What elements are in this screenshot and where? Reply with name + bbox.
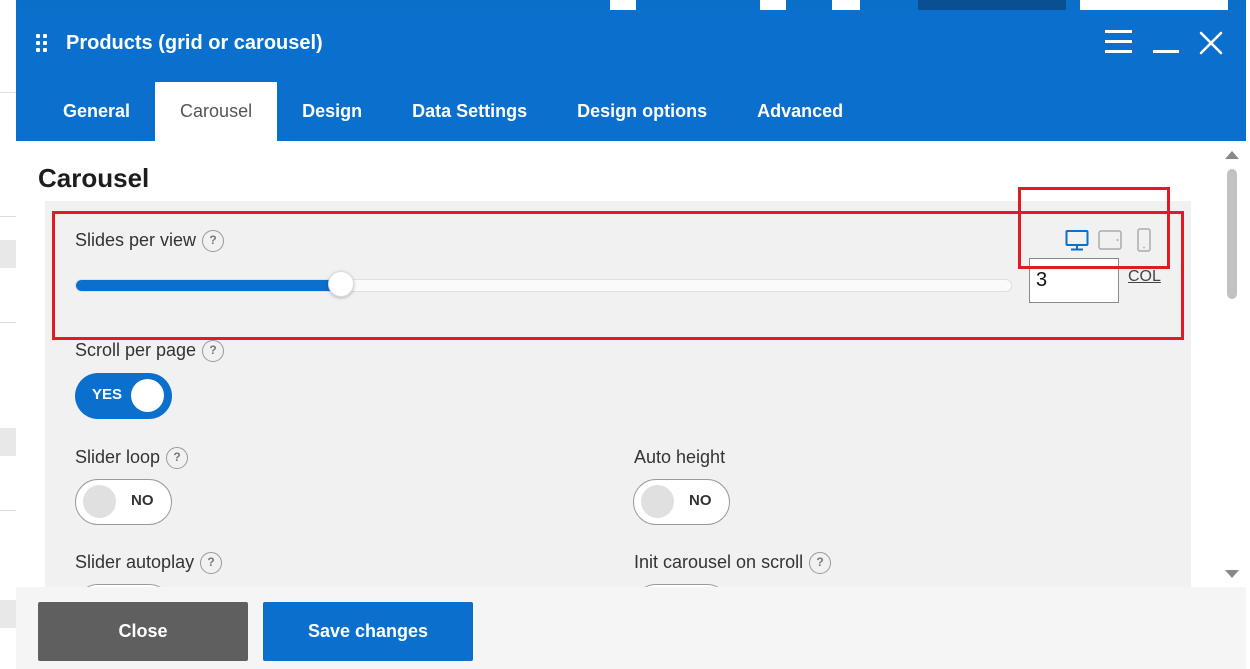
element-settings-modal: Products (grid or carousel) General Caro… xyxy=(16,10,1246,669)
tab-carousel[interactable]: Carousel xyxy=(155,82,278,141)
background-chart-icon xyxy=(610,0,636,10)
minimize-icon[interactable] xyxy=(1152,28,1182,58)
slider-handle[interactable] xyxy=(328,271,354,297)
slider-loop-toggle[interactable]: NO xyxy=(75,479,172,525)
toggle-knob xyxy=(83,485,116,518)
save-changes-button[interactable]: Save changes xyxy=(263,602,473,661)
help-icon[interactable]: ? xyxy=(200,552,223,574)
scroll-per-page-toggle[interactable]: YES xyxy=(75,373,172,419)
modal-footer: Close Save changes xyxy=(16,587,1246,669)
slider-fill xyxy=(76,280,342,291)
hamburger-menu-icon[interactable] xyxy=(1104,28,1134,58)
slides-per-view-input[interactable] xyxy=(1029,258,1119,303)
background-toolbar xyxy=(0,0,1250,10)
help-icon[interactable]: ? xyxy=(202,340,225,362)
slider-loop-label: Slider loop? xyxy=(75,447,189,469)
toggle-knob xyxy=(641,485,674,518)
scroll-per-page-label: Scroll per page? xyxy=(75,340,225,362)
help-icon[interactable]: ? xyxy=(809,552,832,574)
content-scrollbar[interactable] xyxy=(1219,141,1246,587)
unit-selector[interactable]: COL xyxy=(1128,268,1161,286)
background-right-edge xyxy=(1246,0,1250,669)
init-carousel-on-scroll-label: Init carousel on scroll? xyxy=(634,552,832,574)
help-icon[interactable]: ? xyxy=(166,447,189,469)
tablet-icon[interactable] xyxy=(1098,230,1122,250)
tab-data-settings[interactable]: Data Settings xyxy=(387,82,552,141)
background-tools-icon xyxy=(760,0,786,10)
settings-panel: Slides per view? COL xyxy=(45,201,1191,587)
auto-height-toggle[interactable]: NO xyxy=(633,479,730,525)
modal-header: Products (grid or carousel) General Caro… xyxy=(16,10,1246,141)
background-preview-button[interactable] xyxy=(918,0,1066,10)
background-gear-icon xyxy=(832,0,860,10)
tab-bar: General Carousel Design Data Settings De… xyxy=(16,82,868,141)
scroll-down-arrow-icon[interactable] xyxy=(1225,570,1239,578)
background-publish-button[interactable] xyxy=(1080,0,1228,10)
background-left-panel xyxy=(0,0,16,669)
desktop-icon[interactable] xyxy=(1065,229,1089,251)
modal-title: Products (grid or carousel) xyxy=(66,32,323,54)
tab-design[interactable]: Design xyxy=(277,82,387,141)
close-icon[interactable] xyxy=(1196,28,1226,58)
mobile-icon[interactable] xyxy=(1137,228,1151,252)
tab-advanced[interactable]: Advanced xyxy=(732,82,868,141)
drag-handle-icon[interactable] xyxy=(36,34,50,54)
slides-per-view-slider[interactable] xyxy=(75,279,1012,292)
slider-autoplay-label: Slider autoplay? xyxy=(75,552,223,574)
help-icon[interactable]: ? xyxy=(202,230,225,252)
close-button[interactable]: Close xyxy=(38,602,248,661)
section-title: Carousel xyxy=(38,163,150,193)
settings-content: Carousel Slides per view? 3 COL Scroll p… xyxy=(16,141,1246,587)
scroll-up-arrow-icon[interactable] xyxy=(1225,151,1239,159)
tab-general[interactable]: General xyxy=(38,82,155,141)
slides-per-view-label: Slides per view? xyxy=(75,230,225,252)
auto-height-label: Auto height xyxy=(634,447,726,467)
scrollbar-thumb[interactable] xyxy=(1227,169,1237,299)
toggle-knob xyxy=(131,379,164,412)
tab-design-options[interactable]: Design options xyxy=(552,82,732,141)
